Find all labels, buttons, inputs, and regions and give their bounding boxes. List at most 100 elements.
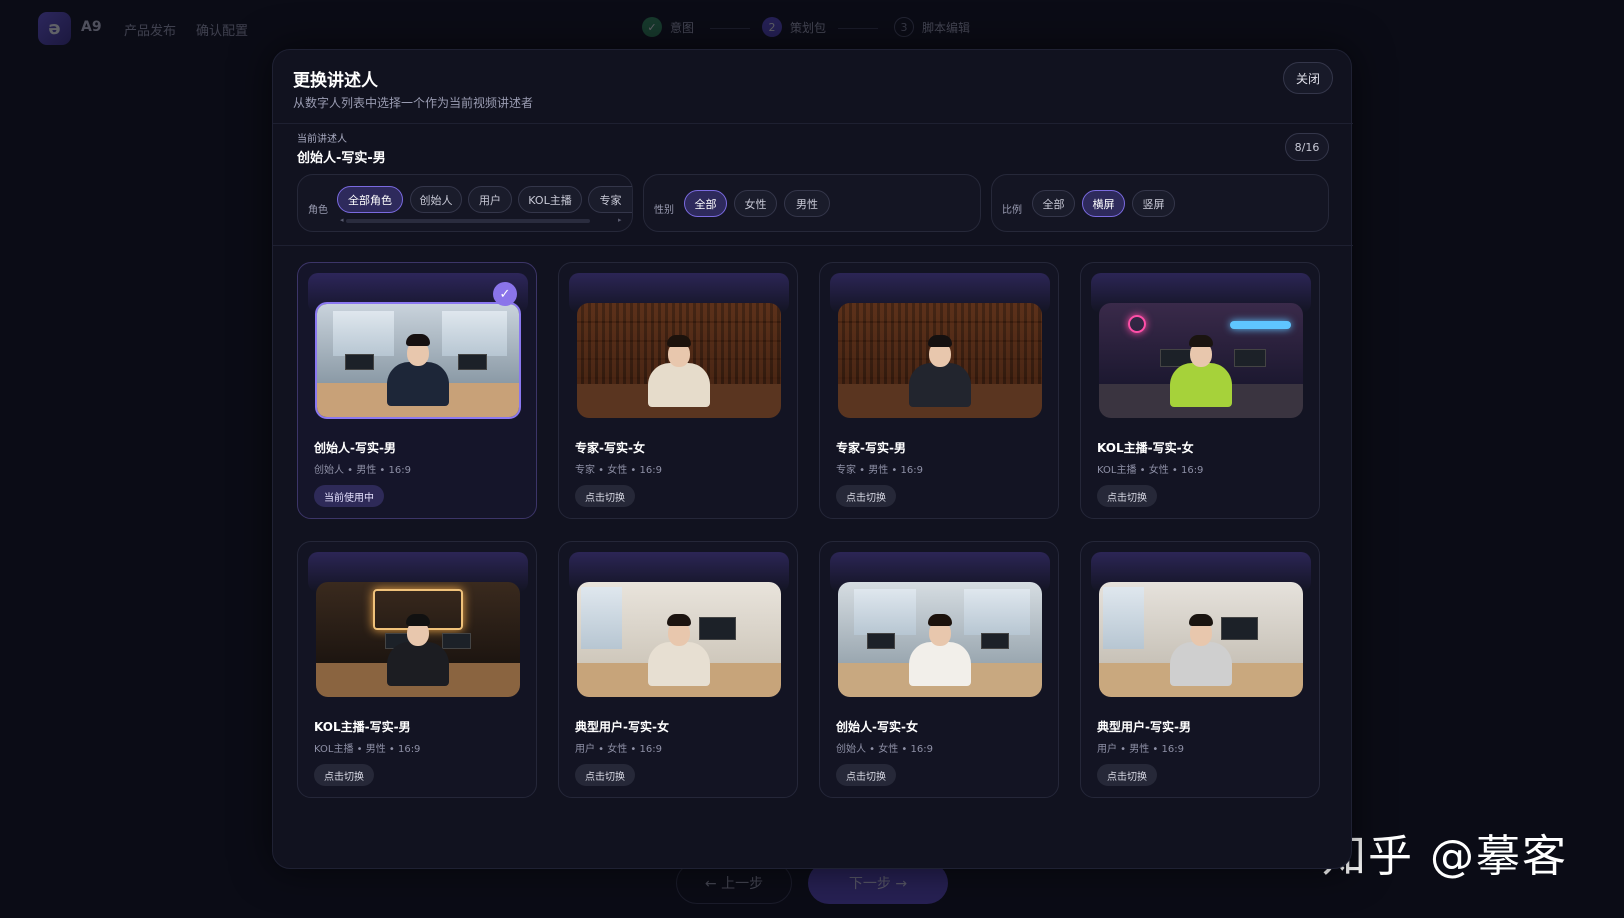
avatar-scene — [577, 582, 781, 697]
avatar — [386, 606, 450, 686]
nav-item-confirm-config[interactable]: 确认配置 — [196, 20, 248, 39]
narrator-thumbnail — [577, 303, 781, 418]
step-number: 3 — [894, 17, 914, 37]
switch-button[interactable]: 点击切换 — [836, 764, 896, 786]
scroll-right-icon[interactable]: ▸ — [618, 216, 622, 224]
step-1: ✓ 意图 — [642, 17, 694, 37]
narrator-thumbnail — [1099, 303, 1303, 418]
narrator-meta: 创始人 • 女性 • 16:9 — [836, 744, 933, 755]
step-label: 意图 — [670, 20, 695, 35]
narrator-meta: KOL主播 • 男性 • 16:9 — [314, 744, 421, 755]
switch-button[interactable]: 点击切换 — [836, 485, 896, 507]
narrator-thumbnail — [577, 582, 781, 697]
avatar — [908, 327, 972, 407]
narrator-card[interactable]: 创始人-写实-女 创始人 • 女性 • 16:9 点击切换 — [819, 541, 1059, 798]
switch-button[interactable]: 点击切换 — [314, 764, 374, 786]
step-label: 策划包 — [790, 20, 827, 35]
narrator-meta: 专家 • 男性 • 16:9 — [836, 465, 923, 476]
chip-gender-female[interactable]: 女性 — [734, 190, 777, 217]
avatar — [1169, 327, 1233, 407]
narrator-name: 专家-写实-女 — [575, 441, 645, 455]
ratio-filter-label: 比例 — [1002, 205, 1022, 216]
narrator-card[interactable]: ✓ 创始人-写实-男 创始人 • 男性 • 16:9 当前使用中 — [297, 262, 537, 519]
role-filter-label: 角色 — [308, 205, 328, 216]
avatar-scene — [577, 303, 781, 418]
avatar — [1169, 606, 1233, 686]
chip-role-kol[interactable]: KOL主播 — [518, 186, 582, 213]
avatar — [908, 606, 972, 686]
avatar-scene — [838, 582, 1042, 697]
role-scrollbar-track[interactable] — [346, 219, 590, 223]
divider — [273, 123, 1353, 124]
avatar-scene — [1099, 582, 1303, 697]
narrator-card[interactable]: KOL主播-写实-女 KOL主播 • 女性 • 16:9 点击切换 — [1080, 262, 1320, 519]
app-brand: A9 — [81, 19, 102, 35]
switch-button[interactable]: 点击切换 — [1097, 764, 1157, 786]
avatar-scene — [838, 303, 1042, 418]
divider — [273, 245, 1353, 246]
avatar — [386, 326, 450, 406]
change-narrator-modal: 更换讲述人 从数字人列表中选择一个作为当前视频讲述者 关闭 当前讲述人 创始人-… — [272, 49, 1353, 869]
step-3: 3 脚本编辑 — [894, 17, 970, 37]
chip-role-user[interactable]: 用户 — [468, 186, 512, 213]
role-filter-group: 角色 全部角色 创始人 用户 KOL主播 专家 ◂ ▸ — [297, 174, 633, 232]
nav-item-product-launch[interactable]: 产品发布 — [124, 20, 176, 39]
narrator-thumbnail — [838, 582, 1042, 697]
step-label: 脚本编辑 — [922, 20, 971, 35]
narrator-name: 典型用户-写实-男 — [1097, 720, 1191, 734]
narrator-thumbnail — [838, 303, 1042, 418]
current-narrator-label: 当前讲述人 — [297, 134, 347, 145]
step-2: 2 策划包 — [762, 17, 826, 37]
avatar — [647, 327, 711, 407]
gender-filter-label: 性别 — [654, 205, 674, 216]
gender-filter-group: 性别 全部 女性 男性 — [643, 174, 981, 232]
ratio-filter-group: 比例 全部 横屏 竖屏 — [991, 174, 1329, 232]
narrator-thumbnail — [315, 302, 521, 419]
current-narrator-name: 创始人-写实-男 — [297, 151, 386, 166]
narrator-thumbnail — [316, 582, 520, 697]
modal-subtitle: 从数字人列表中选择一个作为当前视频讲述者 — [293, 96, 534, 110]
chip-ratio-portrait[interactable]: 竖屏 — [1132, 190, 1175, 217]
avatar — [647, 606, 711, 686]
narrator-card[interactable]: KOL主播-写实-男 KOL主播 • 男性 • 16:9 点击切换 — [297, 541, 537, 798]
step-number: 2 — [762, 17, 782, 37]
narrator-card[interactable]: 专家-写实-男 专家 • 男性 • 16:9 点击切换 — [819, 262, 1059, 519]
chip-role-all[interactable]: 全部角色 — [337, 186, 403, 213]
switch-button[interactable]: 点击切换 — [575, 485, 635, 507]
step-check-icon: ✓ — [642, 17, 662, 37]
chip-ratio-all[interactable]: 全部 — [1032, 190, 1075, 217]
avatar-scene — [1099, 303, 1303, 418]
chip-gender-male[interactable]: 男性 — [784, 190, 830, 217]
app-logo-icon[interactable]: ə — [38, 12, 71, 45]
narrator-name: KOL主播-写实-女 — [1097, 441, 1194, 455]
close-button[interactable]: 关闭 — [1283, 62, 1333, 94]
narrator-card[interactable]: 典型用户-写实-男 用户 • 男性 • 16:9 点击切换 — [1080, 541, 1320, 798]
count-badge: 8/16 — [1285, 133, 1329, 161]
narrator-meta: 创始人 • 男性 • 16:9 — [314, 465, 411, 476]
chip-role-expert[interactable]: 专家 — [588, 186, 632, 213]
narrator-card[interactable]: 专家-写实-女 专家 • 女性 • 16:9 点击切换 — [558, 262, 798, 519]
app-header: ə A9 产品发布 确认配置 ✓ 意图 2 策划包 3 脚本编辑 — [0, 0, 1624, 56]
narrator-name: 专家-写实-男 — [836, 441, 906, 455]
narrator-meta: KOL主播 • 女性 • 16:9 — [1097, 465, 1204, 476]
narrator-card[interactable]: 典型用户-写实-女 用户 • 女性 • 16:9 点击切换 — [558, 541, 798, 798]
narrator-name: 创始人-写实-男 — [314, 441, 396, 455]
chip-gender-all[interactable]: 全部 — [684, 190, 727, 217]
chip-ratio-landscape[interactable]: 横屏 — [1082, 190, 1125, 217]
avatar-scene — [316, 582, 520, 697]
modal-title: 更换讲述人 — [293, 71, 378, 91]
chip-role-founder[interactable]: 创始人 — [410, 186, 462, 213]
narrator-meta: 专家 • 女性 • 16:9 — [575, 465, 662, 476]
avatar-scene — [317, 304, 519, 417]
switch-button[interactable]: 点击切换 — [1097, 485, 1157, 507]
switch-button[interactable]: 点击切换 — [575, 764, 635, 786]
narrator-meta: 用户 • 女性 • 16:9 — [575, 744, 662, 755]
scroll-left-icon[interactable]: ◂ — [340, 216, 344, 224]
watermark: 知乎 @摹客 — [1322, 831, 1568, 882]
narrator-thumbnail — [1099, 582, 1303, 697]
narrator-name: 创始人-写实-女 — [836, 720, 918, 734]
narrator-meta: 用户 • 男性 • 16:9 — [1097, 744, 1184, 755]
narrator-name: KOL主播-写实-男 — [314, 720, 411, 734]
current-in-use-badge: 当前使用中 — [314, 485, 384, 507]
check-icon: ✓ — [493, 282, 517, 306]
